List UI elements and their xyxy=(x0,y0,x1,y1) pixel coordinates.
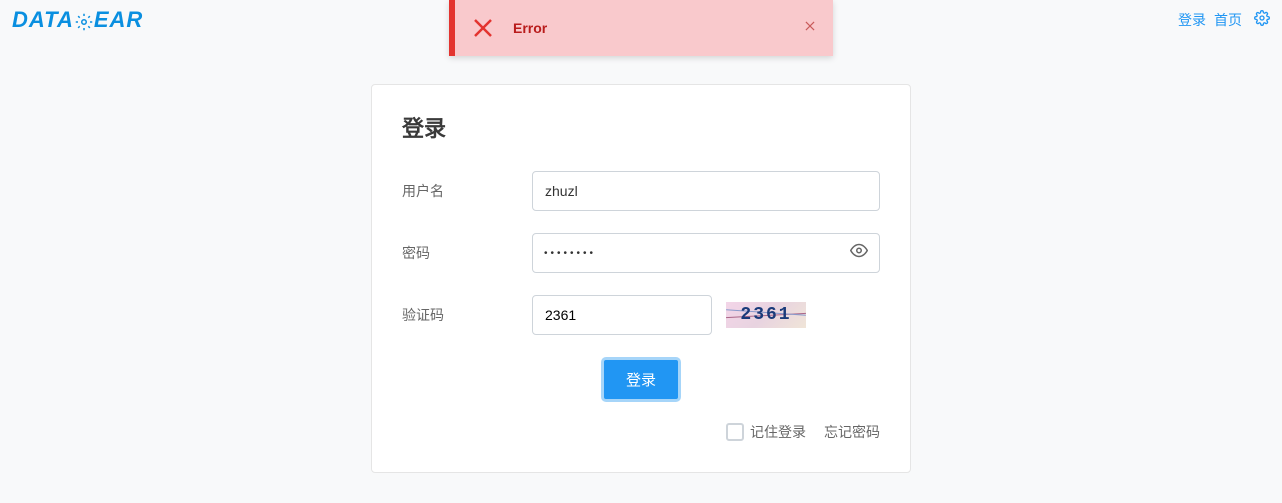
username-input[interactable] xyxy=(532,171,880,211)
settings-button[interactable] xyxy=(1254,10,1270,31)
captcha-input[interactable] xyxy=(532,295,712,335)
remember-wrap: 记住登录 xyxy=(726,422,806,442)
gear-icon xyxy=(1254,10,1270,31)
captcha-image[interactable]: 2361 xyxy=(726,302,806,328)
toggle-password-button[interactable] xyxy=(850,242,868,265)
remember-label: 记住登录 xyxy=(750,422,806,442)
username-label: 用户名 xyxy=(402,181,532,201)
error-icon xyxy=(471,16,495,40)
logo-text-2: EAR xyxy=(94,7,143,33)
login-card: 登录 用户名 密码 •••••••• xyxy=(371,84,911,473)
remember-checkbox[interactable] xyxy=(726,423,744,441)
captcha-image-text: 2361 xyxy=(740,305,791,325)
toast-close-button[interactable] xyxy=(803,19,817,38)
close-icon xyxy=(803,19,817,38)
captcha-row: 验证码 2361 xyxy=(402,295,880,335)
card-title: 登录 xyxy=(402,111,880,143)
username-row: 用户名 xyxy=(402,171,880,211)
logo[interactable]: DATA EAR xyxy=(12,7,143,33)
eye-icon xyxy=(850,242,868,265)
submit-row: 登录 xyxy=(402,357,880,402)
toast-message: Error xyxy=(513,20,547,36)
login-button[interactable]: 登录 xyxy=(601,357,681,402)
logo-gear-icon xyxy=(75,11,93,29)
password-label: 密码 xyxy=(402,243,532,263)
captcha-label: 验证码 xyxy=(402,305,532,325)
error-toast: Error xyxy=(449,0,833,56)
logo-text-1: DATA xyxy=(12,7,74,33)
password-row: 密码 •••••••• xyxy=(402,233,880,273)
password-input[interactable] xyxy=(532,233,880,273)
footer-row: 记住登录 忘记密码 xyxy=(402,422,880,442)
header-right: 登录 首页 xyxy=(1178,10,1270,31)
login-link[interactable]: 登录 xyxy=(1178,10,1206,30)
home-link[interactable]: 首页 xyxy=(1214,10,1242,30)
forgot-password-link[interactable]: 忘记密码 xyxy=(824,422,880,442)
